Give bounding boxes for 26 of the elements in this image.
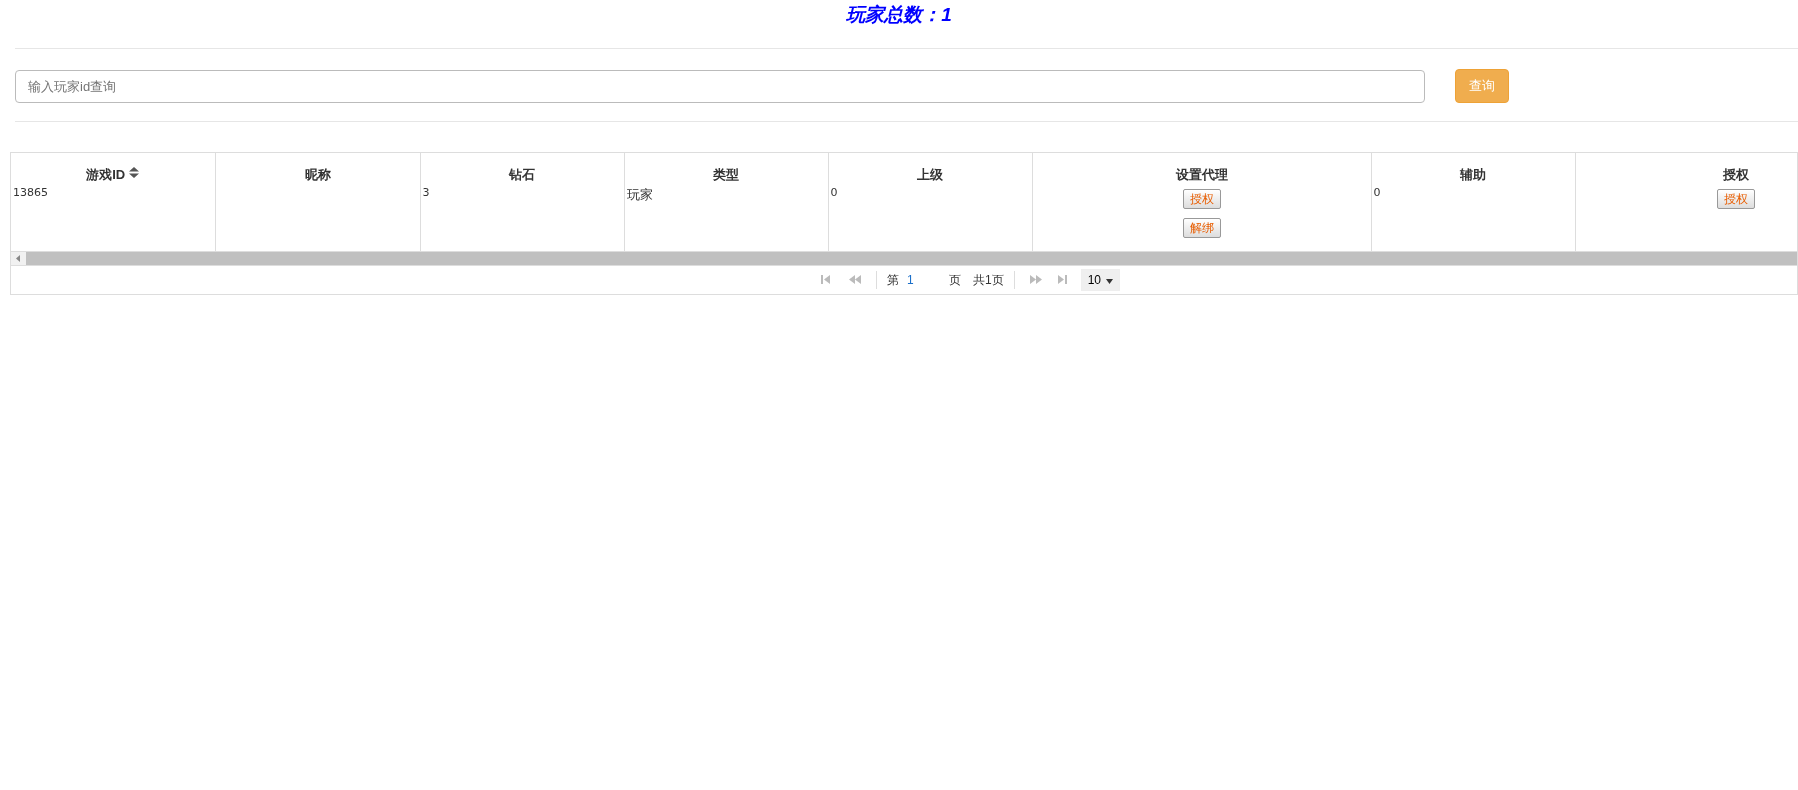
column-header[interactable]: 游戏ID — [11, 153, 215, 185]
column-header: 上级 — [828, 153, 1032, 185]
page-total: 共1页 — [973, 271, 1004, 289]
cell-button[interactable]: 授权 — [1717, 188, 1755, 209]
sort-icon[interactable] — [129, 167, 140, 178]
table-cell: 0 — [828, 184, 1032, 251]
table-cell: 3 — [420, 184, 624, 251]
page-title: 玩家总数：1 — [845, 3, 953, 27]
caret-icon — [1106, 278, 1114, 284]
scroll-left-icon[interactable] — [16, 254, 21, 262]
column-header: 授权 — [1575, 153, 1797, 185]
table-cell: 13865 — [11, 184, 215, 251]
page-label: 第 — [887, 271, 899, 289]
column-header: 类型 — [624, 153, 828, 185]
table-cell: 玩家 — [624, 184, 828, 251]
table-cell: 0 — [1371, 184, 1575, 251]
page-size-select[interactable]: 10 — [1080, 268, 1121, 291]
cell-button[interactable]: 授权 — [1182, 188, 1221, 209]
search-field[interactable]: 输入玩家id查询 — [15, 69, 1425, 103]
page-label: 页 — [949, 271, 961, 289]
column-header: 辅助 — [1371, 153, 1575, 185]
column-header: 昵称 — [215, 153, 420, 185]
column-header: 设置代理 — [1032, 153, 1371, 185]
search-button[interactable]: 查询 — [1455, 69, 1509, 103]
column-header: 钻石 — [420, 153, 624, 185]
cell-button[interactable]: 解绑 — [1182, 217, 1221, 238]
